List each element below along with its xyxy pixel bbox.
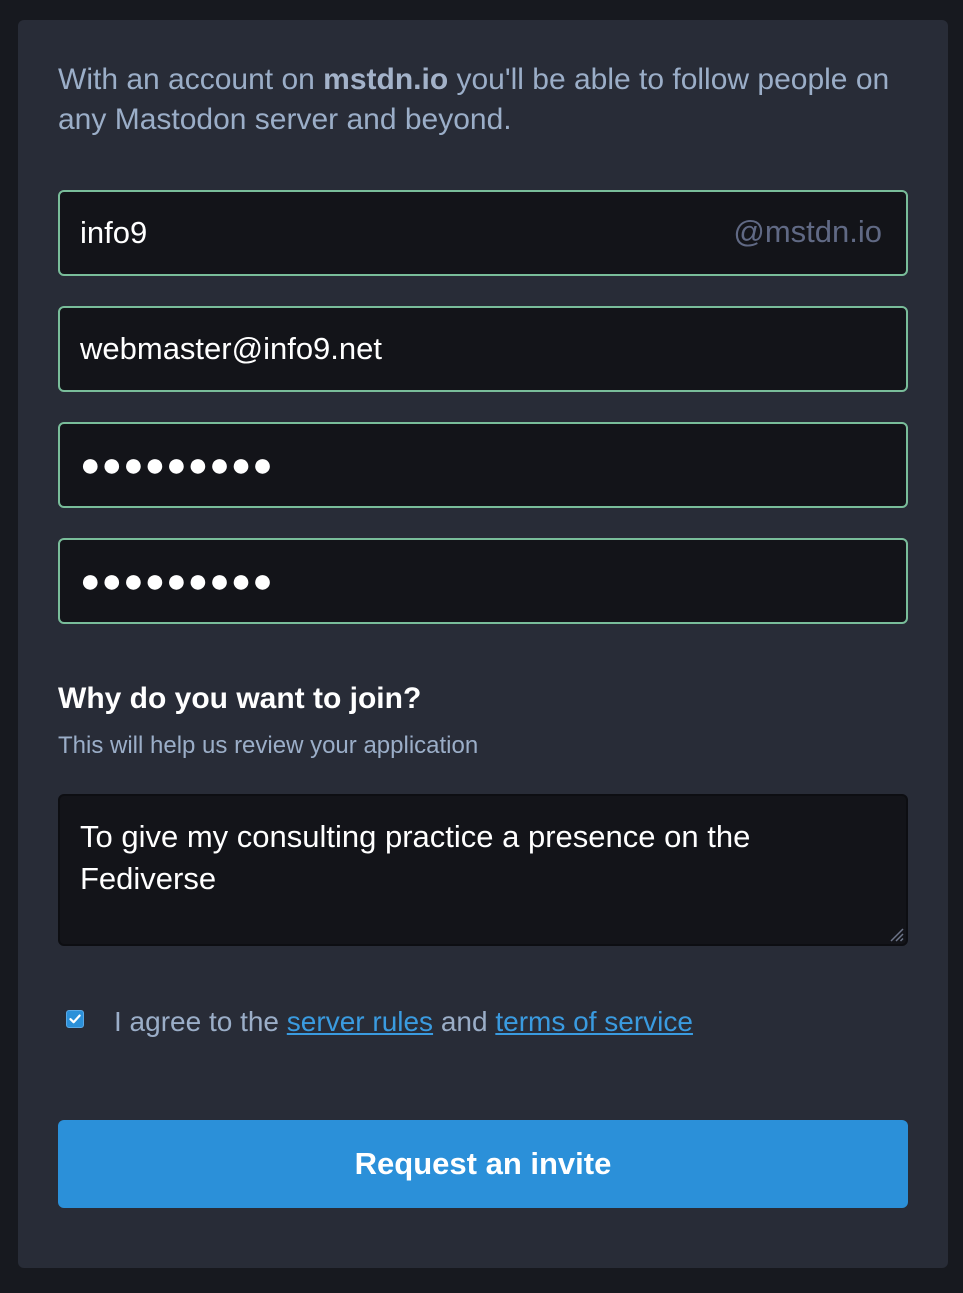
server-domain: mstdn.io [323, 63, 449, 96]
terms-of-service-link[interactable]: terms of service [495, 1006, 693, 1037]
join-reason-textarea[interactable]: To give my consulting practice a presenc… [60, 796, 906, 944]
password-confirm-field-wrapper [58, 538, 908, 624]
join-reason-hint: This will help us review your applicatio… [58, 732, 479, 759]
agreement-prefix: I agree to the [114, 1006, 287, 1037]
password-field-wrapper [58, 422, 908, 508]
checkmark-icon [69, 1014, 81, 1024]
email-input[interactable] [60, 308, 906, 390]
agreement-middle: and [433, 1006, 496, 1037]
server-rules-link[interactable]: server rules [287, 1006, 433, 1037]
username-domain-suffix: @mstdn.io [733, 214, 882, 249]
username-field-wrapper: @mstdn.io [58, 190, 908, 276]
join-reason-wrapper: To give my consulting practice a presenc… [58, 794, 908, 946]
agreement-checkbox[interactable] [66, 1010, 84, 1028]
resize-handle-icon[interactable] [886, 924, 904, 942]
agreement-text: I agree to the server rules and terms of… [114, 1006, 693, 1038]
intro-text: With an account on mstdn.io you'll be ab… [58, 60, 918, 140]
request-invite-button[interactable]: Request an invite [58, 1120, 908, 1208]
signup-card: With an account on mstdn.io you'll be ab… [18, 20, 948, 1268]
intro-prefix: With an account on [58, 63, 324, 96]
join-reason-label: Why do you want to join? [58, 682, 422, 715]
email-field-wrapper [58, 306, 908, 392]
password-confirm-input[interactable] [60, 540, 906, 622]
password-input[interactable] [60, 424, 906, 506]
